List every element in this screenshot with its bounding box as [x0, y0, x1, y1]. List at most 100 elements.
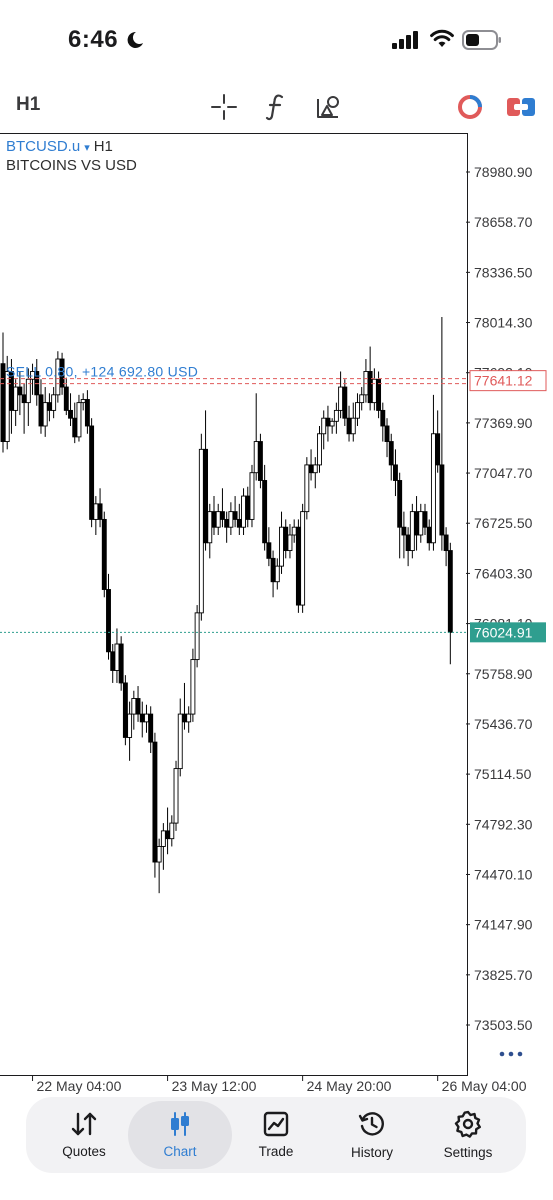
y-tick-label: 78336.50 — [474, 264, 533, 280]
candle-bear — [84, 399, 90, 427]
candle-bear — [63, 386, 69, 411]
tab-chart[interactable]: Chart — [128, 1101, 232, 1169]
symbol-description: BITCOINS VS USD — [6, 157, 137, 174]
candle-bull — [359, 394, 365, 404]
candle-bull — [131, 698, 137, 715]
y-tick-label: 77047.70 — [474, 465, 533, 481]
candle-bull — [51, 394, 57, 411]
y-tick-label: 76403.30 — [474, 565, 533, 581]
candle-bull — [241, 495, 246, 528]
candle-bull — [329, 420, 335, 427]
candle-bull — [76, 402, 82, 438]
candle-bull — [93, 503, 99, 520]
candle-bull — [430, 433, 436, 544]
candle-bull — [186, 713, 192, 723]
candle-bull — [4, 371, 10, 443]
candle-bull — [355, 402, 360, 419]
candle-bull — [409, 511, 415, 552]
candle-bull — [194, 612, 200, 661]
candle-bear — [182, 713, 187, 723]
y-tick-label: 78658.70 — [474, 214, 533, 230]
candle-bear — [414, 511, 420, 536]
tab-settings[interactable]: Settings — [420, 1101, 516, 1169]
y-tick-label: 74147.90 — [474, 917, 533, 933]
position-label[interactable]: SELL 0.80, +124 692.80 USD — [6, 364, 198, 380]
candle-bull — [279, 526, 284, 567]
candle-bull — [249, 472, 255, 520]
tab-history[interactable]: History — [324, 1101, 420, 1169]
candle-bear — [393, 464, 398, 481]
candle-bear — [439, 464, 445, 536]
price-chart[interactable]: 78980.9078658.7078336.5078014.3077692.10… — [0, 0, 553, 1200]
y-tick-label: 75436.70 — [474, 716, 533, 732]
candle-bear — [257, 441, 263, 481]
candle-bear — [397, 480, 403, 528]
candle-bull — [127, 713, 133, 738]
candle-bull — [274, 565, 280, 583]
candle-bear — [139, 713, 145, 723]
candle-bull — [177, 713, 183, 770]
candle-bull — [156, 846, 162, 863]
bottom-tab-bar: Quotes Chart Trade History Settings — [26, 1097, 526, 1173]
candle-bull — [42, 402, 48, 427]
candle-bear — [89, 425, 95, 520]
candle-bull — [160, 830, 166, 847]
y-tick-label: 75758.90 — [474, 666, 533, 682]
candle-bear — [422, 511, 428, 528]
candle-bear — [283, 526, 289, 552]
candle-bull — [333, 409, 339, 422]
tab-history-label: History — [350, 1145, 393, 1160]
candle-bear — [435, 433, 441, 466]
candle-bear — [380, 409, 386, 427]
tab-trade[interactable]: Trade — [228, 1101, 324, 1169]
x-tick-label: 24 May 20:00 — [307, 1078, 392, 1094]
candle-bear — [384, 425, 390, 443]
candle-bear — [308, 464, 314, 474]
symbol-name[interactable]: BTCUSD.u — [6, 138, 80, 155]
x-tick-label: 22 May 04:00 — [37, 1078, 122, 1094]
x-tick-label: 23 May 12:00 — [172, 1078, 257, 1094]
tab-quotes-label: Quotes — [62, 1144, 106, 1159]
candle-bear — [367, 371, 373, 404]
gear-icon — [454, 1110, 481, 1138]
y-tick-label: 78014.30 — [474, 315, 533, 331]
candle-bear — [38, 394, 44, 427]
candle-bear — [295, 526, 301, 606]
candle-bear — [219, 511, 225, 520]
candle-bull — [207, 511, 213, 544]
candle-bull — [198, 448, 204, 614]
candle-bull — [300, 511, 306, 606]
y-tick-label: 74470.10 — [474, 866, 533, 882]
x-tick-label: 26 May 04:00 — [442, 1078, 527, 1094]
candle-bear — [118, 643, 124, 684]
candle-bear — [152, 741, 158, 863]
candle-bear — [97, 503, 103, 520]
candle-bear — [262, 480, 268, 544]
quotes-arrows-icon — [71, 1112, 97, 1136]
candle-bull — [144, 713, 149, 723]
chart-timeframe: H1 — [93, 138, 113, 155]
candle-bear — [0, 363, 6, 443]
candle-bear — [106, 589, 111, 653]
candles-group — [0, 316, 453, 894]
candle-bear — [346, 417, 352, 435]
y-tick-label: 74792.30 — [474, 816, 533, 832]
y-tick-label: 73503.50 — [474, 1017, 533, 1033]
more-options-icon[interactable] — [499, 1050, 523, 1058]
candle-bull — [190, 659, 196, 715]
candle-bear — [266, 542, 272, 559]
candle-bull — [291, 526, 297, 536]
candle-bear — [135, 698, 141, 715]
candle-bear — [17, 386, 23, 396]
candle-bull — [169, 822, 175, 840]
chevron-down-icon[interactable]: ▾ — [84, 142, 90, 154]
tab-quotes[interactable]: Quotes — [36, 1101, 132, 1169]
candle-bear — [447, 550, 453, 633]
bid-price-label: 76024.91 — [474, 624, 533, 640]
candle-bull — [338, 386, 344, 411]
symbol-header[interactable]: BTCUSD.u ▾ H1 — [6, 138, 113, 155]
y-tick-label: 78980.90 — [474, 164, 533, 180]
candle-bear — [101, 518, 107, 590]
candle-bear — [443, 534, 449, 552]
candle-bear — [203, 448, 209, 544]
